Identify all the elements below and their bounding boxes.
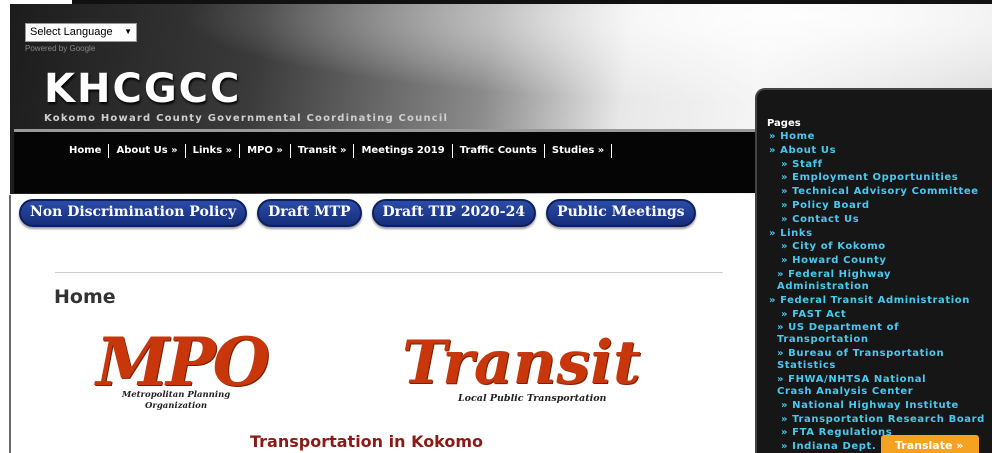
sidebar-item-links[interactable]: » Links	[769, 228, 991, 240]
sidebar-heading: Pages	[767, 118, 801, 129]
sidebar-item-transportation-research-board[interactable]: » Transportation Research Board	[769, 414, 991, 426]
sidebar-item-policy-board[interactable]: » Policy Board	[769, 200, 991, 212]
transit-logo[interactable]: Transit	[402, 332, 641, 394]
sidebar-item-bureau-of-transportation-statistics[interactable]: » Bureau of Transportation Statistics	[763, 348, 953, 372]
sidebar-item-about-us[interactable]: » About Us	[769, 145, 991, 157]
site-subtitle: Kokomo Howard County Governmental Coordi…	[44, 113, 449, 124]
nav-traffic-counts[interactable]: Traffic Counts	[453, 144, 545, 158]
nav-links[interactable]: Links »	[186, 144, 241, 158]
sidebar-item-employment-opportunities[interactable]: » Employment Opportunities	[769, 172, 991, 184]
sidebar-item-federal-transit-administration[interactable]: » Federal Transit Administration	[763, 295, 991, 307]
powered-by-google: Powered by Google	[25, 44, 96, 53]
nav-mpo[interactable]: MPO »	[240, 144, 291, 158]
sidebar-list: » Home » About Us » Staff » Employment O…	[769, 131, 991, 453]
section-heading: Transportation in Kokomo	[250, 432, 484, 451]
draft-tip-button[interactable]: Draft TIP 2020-24	[371, 199, 537, 227]
transit-logo-subtitle: Local Public Transportation	[458, 393, 607, 404]
language-select-value: Select Language	[30, 26, 113, 38]
mpo-logo[interactable]: MPO	[96, 329, 270, 395]
nav-meetings-2019[interactable]: Meetings 2019	[354, 144, 453, 158]
sidebar-item-national-highway-institute[interactable]: » National Highway Institute	[769, 400, 991, 412]
sidebar-item-fast-act[interactable]: » FAST Act	[769, 309, 991, 321]
mpo-logo-subtitle: Metropolitan Planning Organization	[121, 390, 231, 411]
sidebar-item-howard-county[interactable]: » Howard County	[769, 255, 991, 267]
public-meetings-button[interactable]: Public Meetings	[546, 199, 696, 227]
nav-about-us[interactable]: About Us »	[109, 144, 186, 158]
sidebar-item-fhwa-nhtsa-crash-analysis-center[interactable]: » FHWA/NHTSA National Crash Analysis Cen…	[763, 374, 963, 398]
nav-home[interactable]: Home	[62, 144, 110, 158]
site-title[interactable]: KHCGCC	[44, 66, 241, 112]
sidebar-item-technical-advisory-committee[interactable]: » Technical Advisory Committee	[769, 186, 991, 198]
sidebar-item-city-of-kokomo[interactable]: » City of Kokomo	[769, 241, 991, 253]
divider	[55, 272, 723, 273]
draft-mtp-button[interactable]: Draft MTP	[257, 199, 362, 227]
sidebar-pages: Pages » Home » About Us » Staff » Employ…	[755, 88, 992, 453]
sidebar-item-federal-highway-administration[interactable]: » Federal Highway Administration	[763, 269, 903, 293]
quick-links-buttons: Non Discrimination Policy Draft MTP Draf…	[19, 199, 706, 227]
sidebar-item-contact-us[interactable]: » Contact Us	[769, 214, 991, 226]
nav-studies[interactable]: Studies »	[545, 144, 613, 158]
sidebar-item-us-department-of-transportation[interactable]: » US Department of Transportation	[763, 322, 903, 346]
page-title: Home	[54, 286, 116, 308]
language-select[interactable]: Select Language ▼	[25, 23, 137, 42]
sidebar-item-home[interactable]: » Home	[769, 131, 991, 143]
nav-transit[interactable]: Transit »	[291, 144, 355, 158]
chevron-down-icon: ▼	[124, 27, 132, 36]
non-discrimination-policy-button[interactable]: Non Discrimination Policy	[19, 199, 248, 227]
translate-button[interactable]: Translate »	[881, 435, 979, 453]
sidebar-item-staff[interactable]: » Staff	[769, 159, 991, 171]
content-left-border	[9, 195, 11, 453]
